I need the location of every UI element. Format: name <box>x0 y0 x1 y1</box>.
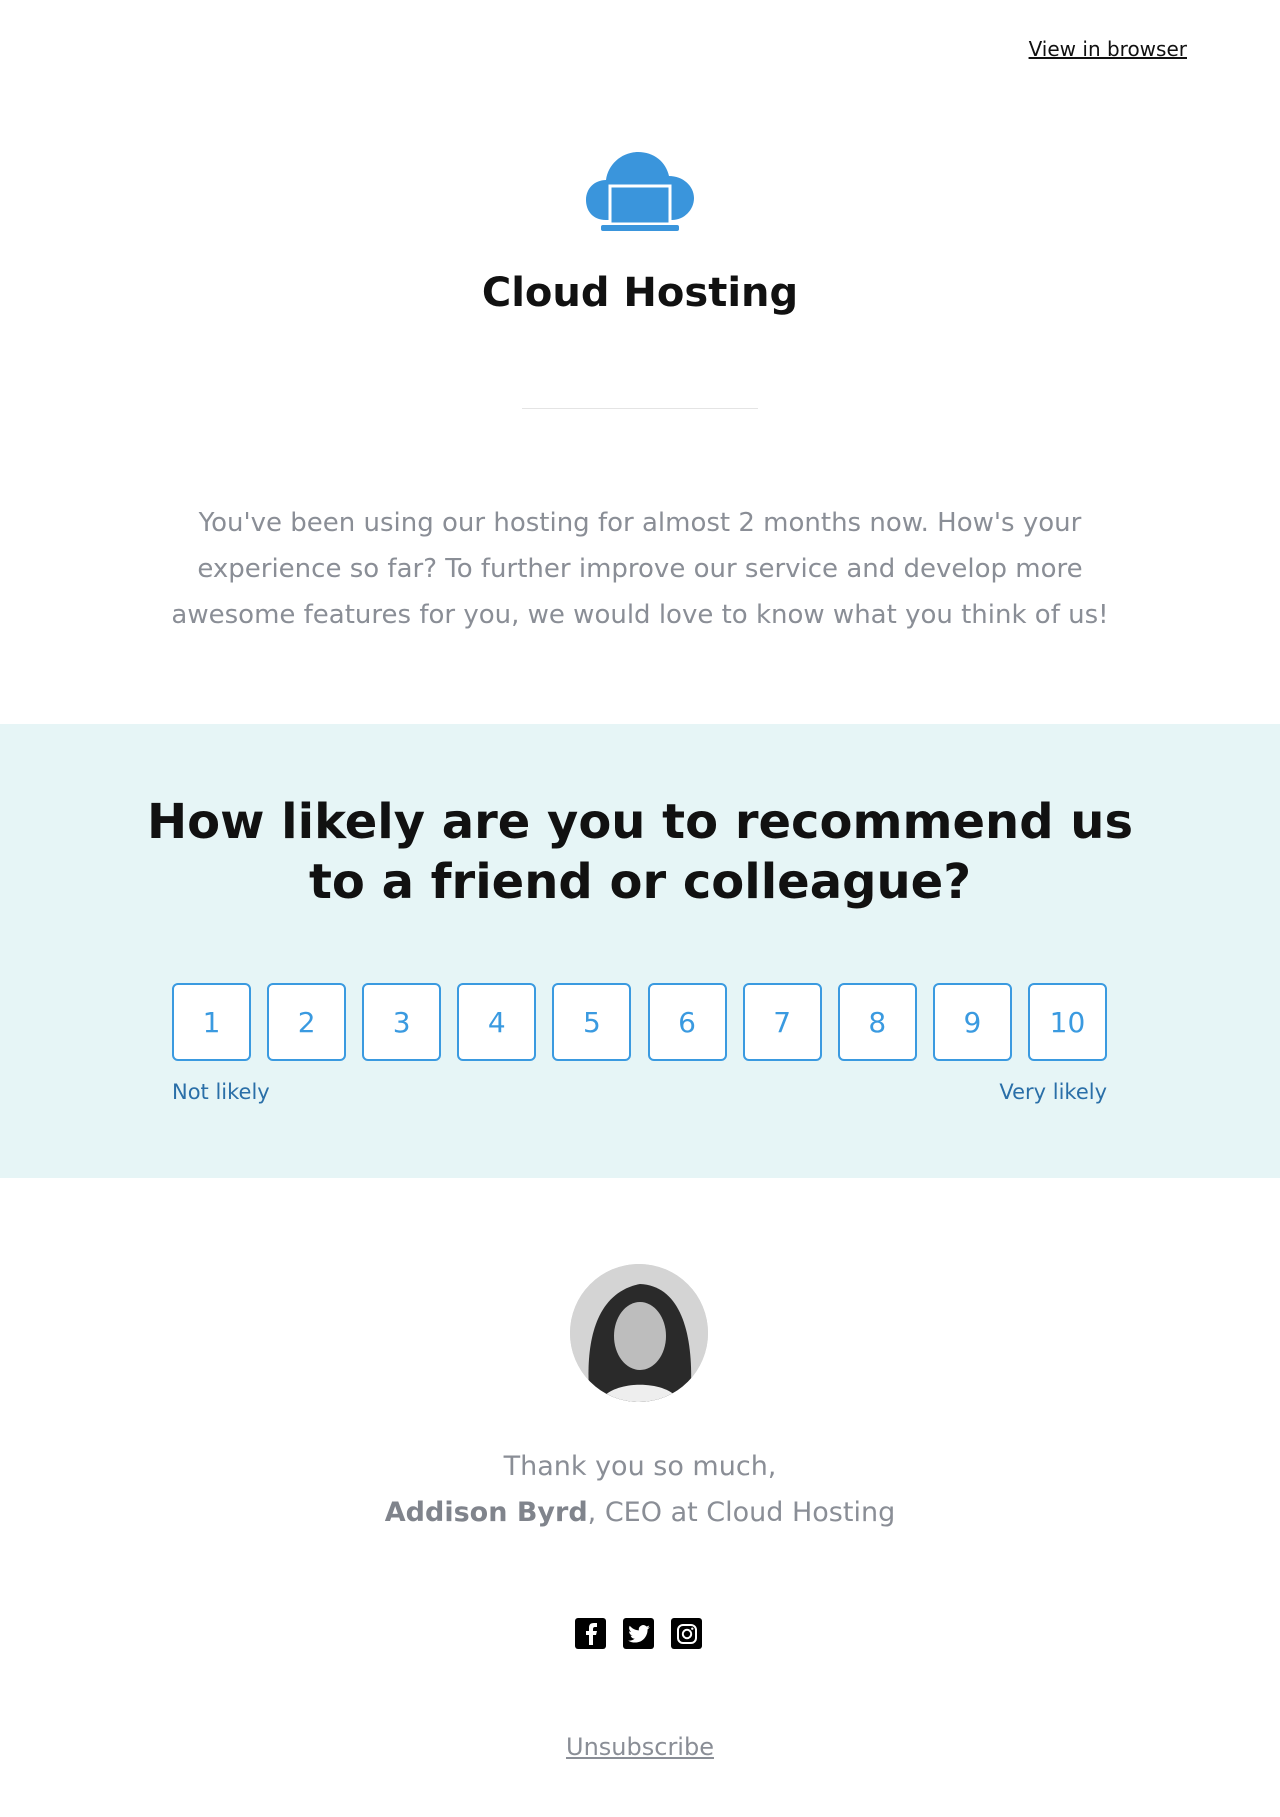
twitter-icon[interactable] <box>623 1618 654 1649</box>
rating-scale: 1 2 3 4 5 6 7 8 9 10 <box>172 983 1107 1061</box>
unsubscribe-link[interactable]: Unsubscribe <box>0 1733 1280 1761</box>
survey-question: How likely are you to recommend us to a … <box>0 792 1280 912</box>
question-line: How likely are you to recommend us <box>146 794 1134 850</box>
divider <box>522 408 758 409</box>
rating-option-10[interactable]: 10 <box>1027 983 1107 1061</box>
high-label: Very likely <box>999 1080 1107 1104</box>
intro-text: You've been using our hosting for almost… <box>171 508 1109 630</box>
view-in-browser-link[interactable]: View in browser <box>1029 37 1187 61</box>
rating-option-5[interactable]: 5 <box>552 983 632 1061</box>
thanks-text: Thank you so much, <box>503 1451 777 1482</box>
facebook-icon[interactable] <box>575 1618 606 1649</box>
signature: Thank you so much, Addison Byrd, CEO at … <box>0 1444 1280 1536</box>
instagram-icon[interactable] <box>671 1618 702 1649</box>
signer-name: Addison Byrd <box>384 1497 588 1528</box>
rating-option-4[interactable]: 4 <box>457 983 537 1061</box>
rating-option-7[interactable]: 7 <box>742 983 822 1061</box>
rating-option-2[interactable]: 2 <box>267 983 347 1061</box>
cloud-laptop-icon <box>586 152 694 233</box>
rating-option-6[interactable]: 6 <box>647 983 727 1061</box>
brand-title: Cloud Hosting <box>481 270 799 316</box>
avatar <box>570 1264 708 1402</box>
rating-option-8[interactable]: 8 <box>837 983 917 1061</box>
rating-option-3[interactable]: 3 <box>362 983 442 1061</box>
signer-role: , CEO at Cloud Hosting <box>587 1497 896 1528</box>
low-label: Not likely <box>172 1080 270 1104</box>
social-links <box>575 1618 702 1649</box>
rating-option-9[interactable]: 9 <box>932 983 1012 1061</box>
rating-option-1[interactable]: 1 <box>172 983 251 1061</box>
question-line: to a friend or colleague? <box>308 854 972 910</box>
